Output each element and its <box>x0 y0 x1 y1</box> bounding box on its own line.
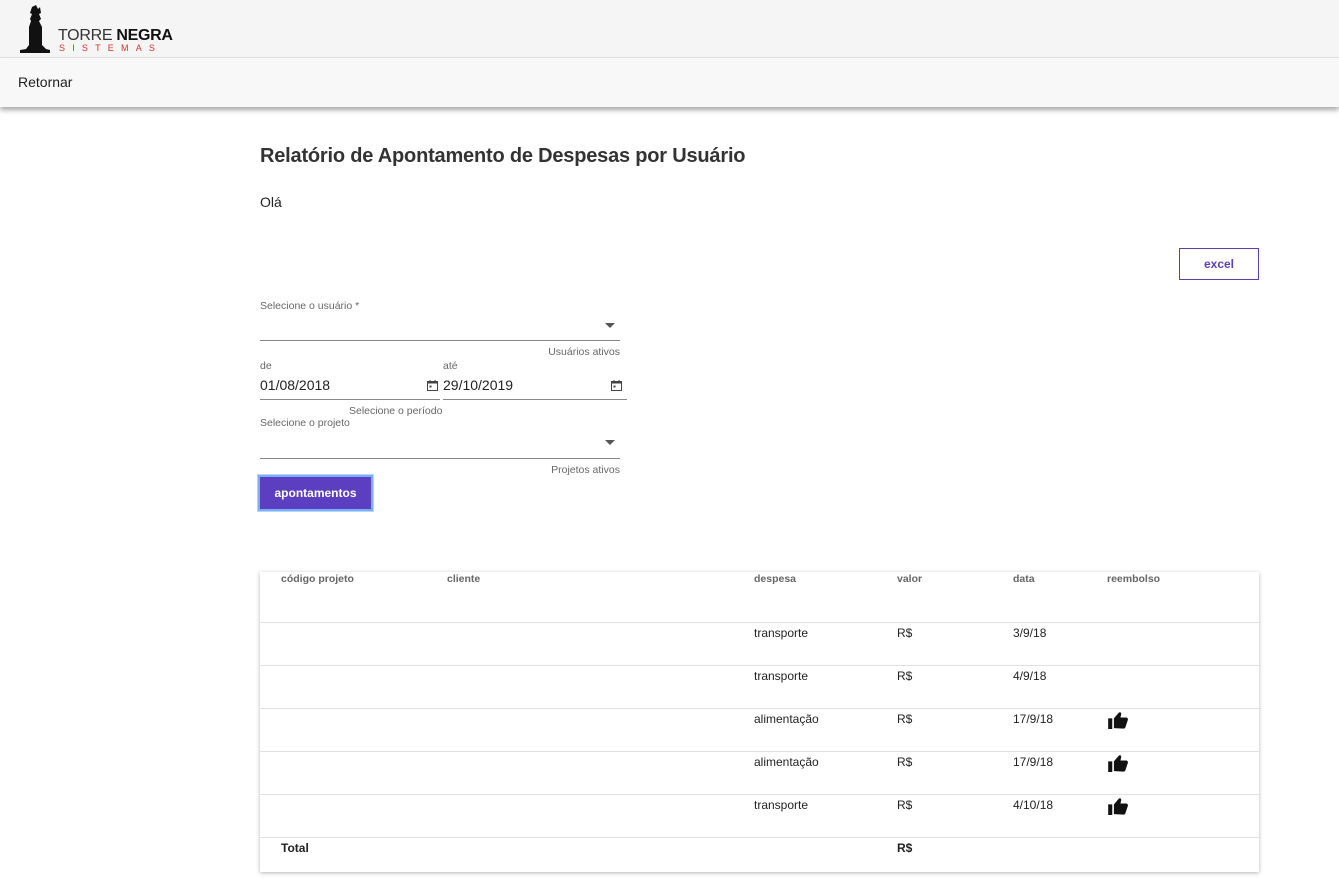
table-row[interactable]: transporte R$ 3/9/18 <box>260 622 1259 666</box>
cell-data: 4/10/18 <box>1013 798 1054 812</box>
project-select-label: Selecione o projeto <box>260 417 350 429</box>
calendar-icon[interactable] <box>427 380 438 391</box>
user-select-underline <box>260 340 620 341</box>
excel-export-button[interactable]: excel <box>1179 248 1259 280</box>
cell-data: 17/9/18 <box>1013 755 1054 769</box>
cell-valor: R$ <box>897 669 913 683</box>
table-row[interactable]: alimentação R$ 17/9/18 <box>260 708 1259 752</box>
date-to-value: 29/10/2019 <box>443 377 514 393</box>
cell-valor: R$ <box>897 626 913 640</box>
date-to-field[interactable]: até 29/10/2019 <box>443 358 627 402</box>
project-select[interactable]: Selecione o projeto Projetos ativos <box>260 415 620 477</box>
chevron-down-icon <box>605 440 615 445</box>
date-from-value: 01/08/2018 <box>260 377 331 393</box>
column-header-reembolso[interactable]: reembolso <box>1107 573 1160 585</box>
date-to-underline <box>443 399 627 400</box>
cell-despesa: alimentação <box>754 712 819 726</box>
date-to-label: até <box>443 360 458 372</box>
project-select-underline <box>260 458 620 459</box>
user-select-hint: Usuários ativos <box>548 346 620 358</box>
thumbs-up-icon <box>1108 712 1128 729</box>
cell-despesa: transporte <box>754 626 809 640</box>
page-title: Relatório de Apontamento de Despesas por… <box>260 145 746 167</box>
table-row[interactable]: transporte R$ 4/10/18 <box>260 794 1259 838</box>
date-from-underline <box>260 399 440 400</box>
cell-data: 17/9/18 <box>1013 712 1054 726</box>
cell-valor: R$ <box>897 755 913 769</box>
thumbs-up-icon <box>1108 755 1128 772</box>
cell-data: 3/9/18 <box>1013 626 1047 640</box>
table-row[interactable]: alimentação R$ 17/9/18 <box>260 751 1259 795</box>
brand-tagline: SISTEMAS <box>59 43 163 53</box>
cell-valor: R$ <box>897 712 913 726</box>
calendar-icon[interactable] <box>611 380 622 391</box>
cell-despesa: transporte <box>754 798 809 812</box>
cell-data: 4/9/18 <box>1013 669 1047 683</box>
column-header-despesa[interactable]: despesa <box>754 573 796 585</box>
user-select[interactable]: Selecione o usuário * Usuários ativos <box>260 298 620 360</box>
column-header-cliente[interactable]: cliente <box>447 573 480 585</box>
apontamentos-button[interactable]: apontamentos <box>258 475 373 511</box>
cell-despesa: transporte <box>754 669 809 683</box>
total-valor: R$ <box>897 841 913 855</box>
chevron-down-icon <box>605 323 615 328</box>
table-row[interactable]: transporte R$ 4/9/18 <box>260 665 1259 709</box>
user-select-label: Selecione o usuário * <box>260 300 360 312</box>
tower-icon <box>20 5 50 53</box>
project-select-hint: Projetos ativos <box>551 464 620 476</box>
top-bar: TORRE NEGRA SISTEMAS <box>0 0 1339 58</box>
brand-name: TORRE NEGRA <box>58 27 173 44</box>
column-header-codigo[interactable]: código projeto <box>281 573 354 585</box>
date-from-field[interactable]: de 01/08/2018 <box>260 358 440 402</box>
column-header-data[interactable]: data <box>1013 573 1035 585</box>
date-from-label: de <box>260 360 272 372</box>
brand-logo[interactable]: TORRE NEGRA SISTEMAS <box>18 5 178 53</box>
table-total-row: Total R$ <box>260 837 1259 878</box>
back-link[interactable]: Retornar <box>18 74 72 90</box>
total-label: Total <box>281 841 309 855</box>
thumbs-up-icon <box>1108 798 1128 815</box>
column-header-valor[interactable]: valor <box>897 573 922 585</box>
greeting-text: Olá <box>260 194 282 210</box>
cell-despesa: alimentação <box>754 755 819 769</box>
cell-valor: R$ <box>897 798 913 812</box>
nav-bar: Retornar <box>0 58 1339 107</box>
expenses-table: código projeto cliente despesa valor dat… <box>260 572 1259 872</box>
